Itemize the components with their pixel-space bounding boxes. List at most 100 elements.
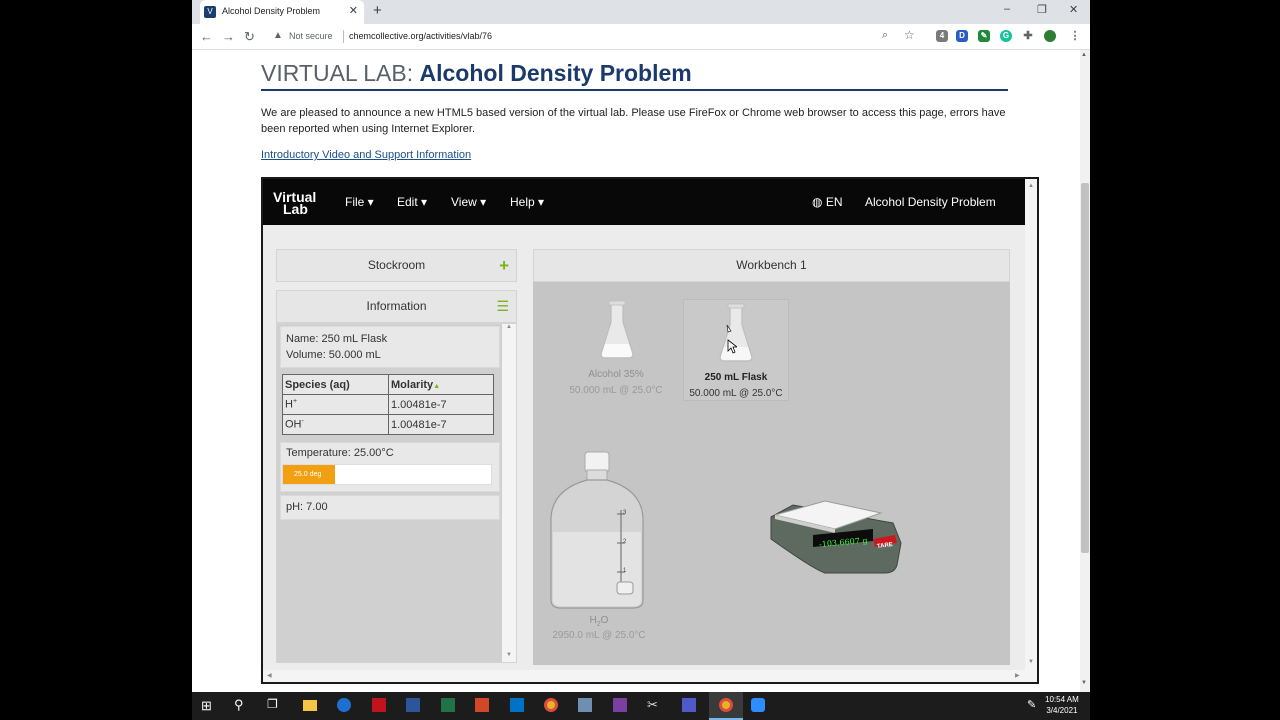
zoom-app-icon[interactable] (751, 698, 765, 712)
page-scroll-down-icon[interactable]: ▼ (1081, 680, 1087, 686)
extension-pen-icon[interactable]: ✎ (978, 30, 990, 42)
vlab-horizontal-scrollbar[interactable]: ◀ ▶ (263, 670, 1037, 682)
url-text[interactable]: chemcollective.org/activities/vlab/76 (349, 31, 492, 41)
solution-summary: Name: 250 mL Flask Volume: 50.000 mL (280, 326, 500, 368)
mouse-pointer-icon (727, 339, 737, 354)
menu-file[interactable]: File ▾ (345, 195, 374, 209)
extensions-puzzle-icon[interactable]: ✚ (1022, 30, 1034, 42)
solution-name: Name: 250 mL Flask (286, 333, 388, 345)
extension-badge-icon[interactable]: 4 (936, 30, 948, 42)
desktop-screen: V Alcohol Density Problem ✕ + – ❐ ✕ ← → … (0, 0, 1280, 720)
taskbar: ⊞ ⚲ ❐ ✂ ✎ 10:54 AM 3/4/2021 (192, 692, 1090, 720)
add-icon[interactable]: + (499, 250, 509, 281)
species-header-row: Species (aq) Molarity▲ (282, 374, 494, 395)
language-label: EN (825, 195, 843, 209)
water-name-tail: O (600, 615, 609, 626)
menu-view[interactable]: View ▾ (451, 195, 486, 209)
task-view-icon[interactable]: ❐ (267, 697, 278, 711)
page-title-prefix: VIRTUAL LAB: (261, 60, 414, 86)
powerpoint-icon[interactable] (475, 698, 489, 712)
file-explorer-icon[interactable] (303, 700, 317, 711)
balance-scale-icon[interactable] (765, 495, 903, 577)
profile-avatar[interactable] (1044, 30, 1056, 42)
page-title: VIRTUAL LAB: Alcohol Density Problem (261, 60, 692, 87)
ph-block: pH: 7.00 (280, 495, 500, 520)
carboy-mark: 2 (623, 539, 627, 545)
species-charge: + (292, 398, 298, 406)
info-scroll-down-icon[interactable]: ▼ (506, 652, 512, 658)
acrobat-icon[interactable] (372, 698, 386, 712)
page-title-main: Alcohol Density Problem (419, 60, 692, 86)
flask-item-name: 250 mL Flask (704, 372, 768, 383)
vlab-scroll-up-icon[interactable]: ▲ (1028, 183, 1034, 189)
workbench-tab[interactable]: Workbench 1 (533, 249, 1010, 282)
address-separator (343, 30, 344, 43)
security-status[interactable]: Not secure (289, 31, 333, 41)
species-name: OH- (282, 414, 389, 435)
workbench-area[interactable]: Alcohol 35% 50.000 mL @ 25.0°C 250 mL Fl… (533, 282, 1010, 665)
windows-start-icon[interactable]: ⊞ (201, 698, 212, 714)
address-bar[interactable]: ▲ Not secure chemcollective.org/activiti… (268, 27, 920, 47)
intro-video-link[interactable]: Introductory Video and Support Informati… (261, 149, 471, 161)
page-scroll-up-icon[interactable]: ▲ (1081, 52, 1087, 58)
remote-desktop-icon[interactable] (578, 698, 592, 712)
close-window-button[interactable]: ✕ (1069, 3, 1078, 16)
vlab-scroll-left-icon[interactable]: ◀ (267, 672, 272, 679)
teams-icon[interactable] (682, 698, 696, 712)
bookmark-star-icon[interactable]: ☆ (904, 28, 915, 42)
water-item-detail: 2950.0 mL @ 25.0°C (552, 630, 646, 641)
app-tool-icon[interactable] (613, 698, 627, 712)
edge-icon[interactable] (337, 698, 351, 712)
vlab-vertical-scrollbar[interactable]: ▲ ▼ (1025, 179, 1037, 670)
carboy-mark: 1 (623, 568, 627, 574)
chrome-icon[interactable] (544, 698, 558, 712)
tab-close-icon[interactable]: ✕ (349, 4, 358, 17)
species-symbol: H (285, 398, 293, 411)
page-scrollbar[interactable]: ▲ ▼ (1080, 50, 1090, 692)
species-name: H+ (282, 394, 389, 415)
vlab-scroll-right-icon[interactable]: ▶ (1015, 672, 1020, 679)
minimize-button[interactable]: – (1004, 3, 1010, 15)
species-header: Species (aq) (282, 374, 389, 395)
stockroom-label: Stockroom (367, 258, 426, 272)
species-charge: - (301, 418, 304, 426)
outlook-icon[interactable] (510, 698, 524, 712)
browser-tab[interactable]: V Alcohol Density Problem ✕ (200, 0, 364, 24)
page-scroll-thumb[interactable] (1081, 183, 1089, 553)
water-carboy-icon[interactable] (547, 450, 647, 612)
word-icon[interactable] (406, 698, 420, 712)
menu-help[interactable]: Help ▾ (510, 195, 544, 209)
vlab-scroll-down-icon[interactable]: ▼ (1028, 659, 1034, 665)
molarity-header[interactable]: Molarity▲ (388, 374, 494, 395)
back-arrow-icon[interactable]: ← (200, 29, 213, 44)
system-clock[interactable]: 10:54 AM 3/4/2021 (1045, 694, 1079, 716)
maximize-button[interactable]: ❐ (1037, 3, 1047, 16)
excel-icon[interactable] (441, 698, 455, 712)
forward-arrow-icon[interactable]: → (222, 29, 235, 44)
info-scrollbar[interactable]: ▲ ▼ (502, 324, 516, 662)
chrome-active-icon[interactable] (719, 698, 733, 712)
flask-250ml-icon[interactable] (717, 303, 755, 365)
reload-icon[interactable]: ↻ (244, 29, 255, 45)
temperature-label: Temperature: 25.00°C (286, 447, 394, 459)
browser-menu-icon[interactable]: ⋮ (1069, 30, 1081, 42)
language-selector[interactable]: ◍ EN (812, 195, 843, 209)
flask-item-detail: 50.000 mL @ 25.0°C (689, 388, 783, 399)
problem-title: Alcohol Density Problem (865, 195, 996, 209)
grammarly-icon[interactable]: G (1000, 30, 1012, 42)
menu-edit[interactable]: Edit ▾ (397, 195, 427, 209)
new-tab-button[interactable]: + (373, 2, 382, 19)
stockroom-panel-header[interactable]: Stockroom + (276, 249, 517, 282)
water-item-name: H2O (547, 615, 651, 628)
menu-edit-label: Edit (397, 195, 418, 209)
alcohol-flask-icon[interactable] (598, 300, 636, 362)
extension-d-icon[interactable]: D (956, 30, 968, 42)
info-scroll-up-icon[interactable]: ▲ (506, 324, 512, 330)
zoom-icon[interactable]: ⌕ (882, 29, 888, 42)
search-icon[interactable]: ⚲ (234, 697, 244, 713)
menu-lines-icon[interactable]: ☰ (496, 291, 509, 322)
pen-workspace-icon[interactable]: ✎ (1027, 698, 1036, 711)
information-panel-header[interactable]: Information ☰ (276, 290, 517, 323)
water-name-main: H (589, 615, 597, 626)
snipping-tool-icon[interactable]: ✂ (647, 697, 658, 713)
